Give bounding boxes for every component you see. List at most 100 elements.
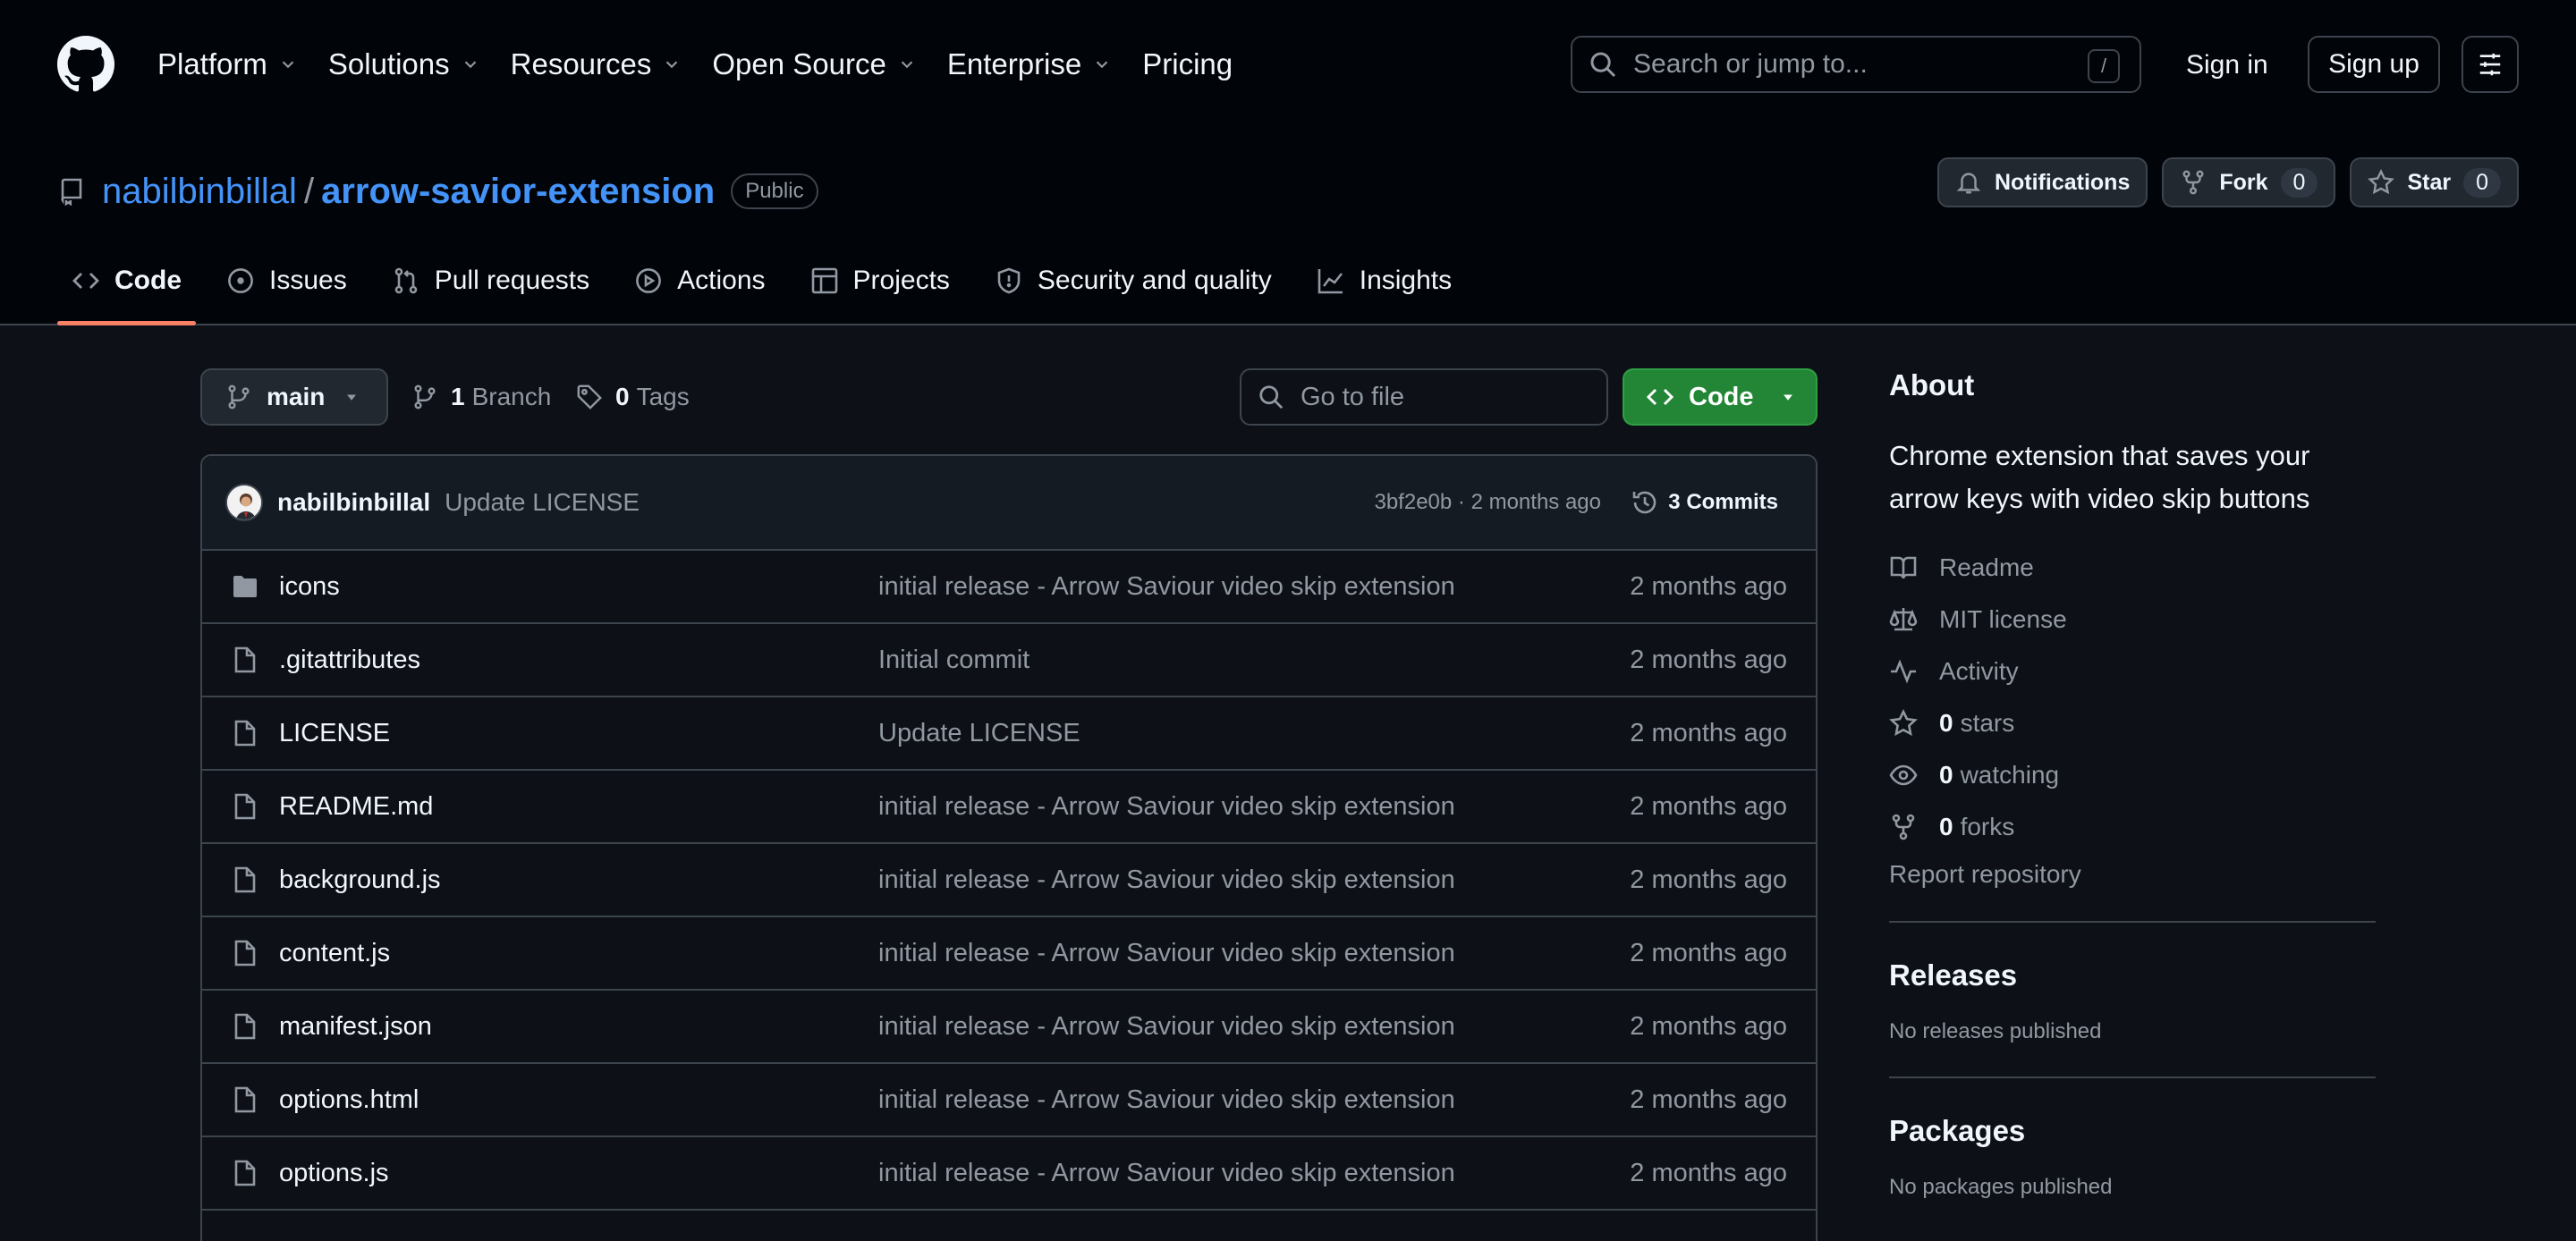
readme-link[interactable]: Readme	[1889, 542, 2376, 594]
star-count: 0	[2463, 167, 2501, 198]
file-row[interactable]: options.js initial release - Arrow Saviou…	[202, 1137, 1816, 1211]
pulse-icon	[1891, 659, 1916, 684]
file-name-link[interactable]: options.js	[279, 1159, 878, 1188]
file-commit-message-link[interactable]: initial release - Arrow Saviour video sk…	[878, 792, 1455, 822]
repo-name-link[interactable]: arrow-savior-extension	[321, 172, 715, 212]
chevron-down-icon	[666, 61, 678, 69]
file-name-link[interactable]: LICENSE	[279, 719, 878, 748]
file-row[interactable]: LICENSE Update LICENSE 2 months ago	[202, 697, 1816, 771]
activity-label: Activity	[1939, 657, 2019, 685]
commits-link[interactable]: 3 Commits	[1631, 488, 1778, 517]
forks-count: 0	[1939, 813, 1953, 840]
tab-issues[interactable]: Issues	[212, 238, 361, 324]
file-row[interactable]: README.md initial release - Arrow Saviour…	[202, 771, 1816, 844]
nav-solutions[interactable]: Solutions	[328, 47, 480, 81]
nav-platform[interactable]: Platform	[157, 47, 298, 81]
go-to-file-input[interactable]: Go to file	[1240, 368, 1608, 426]
file-commit-message-link[interactable]: initial release - Arrow Saviour video sk…	[878, 1012, 1455, 1042]
file-name-link[interactable]: .gitattributes	[279, 646, 878, 675]
file-row[interactable]: icons initial release - Arrow Saviour vid…	[202, 551, 1816, 624]
tab-security[interactable]: Security and quality	[980, 238, 1286, 324]
sign-in-link[interactable]: Sign in	[2186, 50, 2268, 80]
file-name-link[interactable]: icons	[279, 572, 878, 602]
branch-selector-button[interactable]: main	[200, 368, 388, 426]
notifications-button[interactable]: Notifications	[1936, 157, 2148, 207]
stars-label: stars	[1960, 709, 2015, 737]
repo-actions: Notifications Fork 0 Star 0	[1923, 157, 2519, 207]
sign-up-button[interactable]: Sign up	[2308, 36, 2440, 93]
star-icon	[2368, 169, 2395, 195]
file-row[interactable]: .gitattributes Initial commit 2 months ago	[202, 624, 1816, 697]
file-commit-message-link[interactable]: initial release - Arrow Saviour video sk…	[878, 1159, 1455, 1188]
releases-heading[interactable]: Releases	[1889, 958, 2376, 992]
commit-message-link[interactable]: Update LICENSE	[445, 488, 640, 517]
watching-count: 0	[1939, 761, 1953, 789]
file-icon	[234, 646, 256, 673]
global-search-input[interactable]: Search or jump to... /	[1571, 36, 2141, 93]
stars-link[interactable]: 0 stars	[1889, 697, 2376, 749]
license-link[interactable]: MIT license	[1889, 594, 2376, 646]
commit-author-link[interactable]: nabilbinbillal	[277, 488, 430, 517]
code-dropdown-button[interactable]: Code	[1623, 368, 1818, 426]
packages-heading[interactable]: Packages	[1889, 1114, 2376, 1148]
chevron-down-icon	[282, 61, 294, 69]
file-icon	[234, 1086, 256, 1113]
nav-label: Resources	[510, 47, 652, 80]
github-logo-icon[interactable]	[57, 36, 114, 93]
avatar[interactable]	[225, 484, 263, 521]
file-toolbar: main 1 Branch 0 Tags Go to file Code	[200, 368, 1818, 426]
tab-pull-requests[interactable]: Pull requests	[377, 238, 604, 324]
nav-resources[interactable]: Resources	[511, 47, 682, 81]
tab-code[interactable]: Code	[57, 238, 196, 325]
divider	[1889, 921, 2376, 923]
activity-link[interactable]: Activity	[1889, 646, 2376, 697]
report-repository-link[interactable]: Report repository	[1889, 860, 2376, 889]
releases-empty-text: No releases published	[1889, 1019, 2102, 1043]
nav-pricing[interactable]: Pricing	[1142, 47, 1233, 81]
nav-enterprise[interactable]: Enterprise	[947, 47, 1112, 81]
tab-projects[interactable]: Projects	[796, 238, 964, 324]
file-commit-message-link[interactable]: initial release - Arrow Saviour video sk…	[878, 939, 1455, 968]
global-header: Platform Solutions Resources Open Source…	[0, 0, 2576, 129]
file-row[interactable]: background.js initial release - Arrow Sav…	[202, 844, 1816, 917]
file-name-link[interactable]: manifest.json	[279, 1012, 878, 1042]
file-commit-message-link[interactable]: Update LICENSE	[878, 719, 1080, 748]
license-label: MIT license	[1939, 605, 2067, 633]
file-row[interactable]: options.html initial release - Arrow Savi…	[202, 1064, 1816, 1137]
fork-label: Fork	[2219, 169, 2268, 195]
go-to-file-placeholder: Go to file	[1301, 382, 1405, 411]
file-commit-message-link[interactable]: Initial commit	[878, 646, 1030, 675]
file-name-link[interactable]: options.html	[279, 1085, 878, 1115]
file-commit-message-link[interactable]: initial release - Arrow Saviour video sk…	[878, 572, 1455, 602]
tags-link[interactable]: 0 Tags	[576, 368, 690, 426]
file-name-link[interactable]: background.js	[279, 865, 878, 895]
watching-link[interactable]: 0 watching	[1889, 749, 2376, 801]
file-icon	[234, 1013, 256, 1040]
appearance-settings-button[interactable]	[2462, 36, 2519, 93]
file-browser: nabilbinbillal Update LICENSE 3bf2e0b · …	[200, 454, 1818, 1241]
forks-link[interactable]: 0 forks	[1889, 801, 2376, 853]
tab-insights[interactable]: Insights	[1302, 238, 1466, 324]
branches-link[interactable]: 1 Branch	[411, 368, 551, 426]
file-commit-message-link[interactable]: initial release - Arrow Saviour video sk…	[878, 1085, 1455, 1115]
stars-count: 0	[1939, 709, 1953, 737]
tab-actions[interactable]: Actions	[620, 238, 779, 324]
file-icon	[234, 940, 256, 967]
file-row[interactable]: content.js initial release - Arrow Saviou…	[202, 917, 1816, 991]
sidebar: About Chrome extension that saves your a…	[1889, 368, 2376, 1200]
repo-owner-link[interactable]: nabilbinbillal	[102, 172, 297, 212]
file-row[interactable]: manifest.json initial release - Arrow Sav…	[202, 991, 1816, 1064]
file-commit-message-link[interactable]: initial release - Arrow Saviour video sk…	[878, 865, 1455, 895]
tab-label: Code	[114, 266, 182, 295]
file-name-link[interactable]: content.js	[279, 939, 878, 968]
branch-icon	[414, 384, 436, 409]
file-name-link[interactable]: README.md	[279, 792, 878, 822]
nav-open-source[interactable]: Open Source	[712, 47, 916, 81]
tag-count: 0	[615, 383, 630, 410]
fork-button[interactable]: Fork 0	[2162, 157, 2336, 207]
global-nav: Platform Solutions Resources Open Source…	[157, 0, 1263, 129]
nav-label: Pricing	[1142, 47, 1233, 80]
tab-label: Projects	[852, 266, 950, 295]
commit-sha-link[interactable]: 3bf2e0b · 2 months ago	[1374, 490, 1601, 515]
star-button[interactable]: Star 0	[2350, 157, 2519, 207]
